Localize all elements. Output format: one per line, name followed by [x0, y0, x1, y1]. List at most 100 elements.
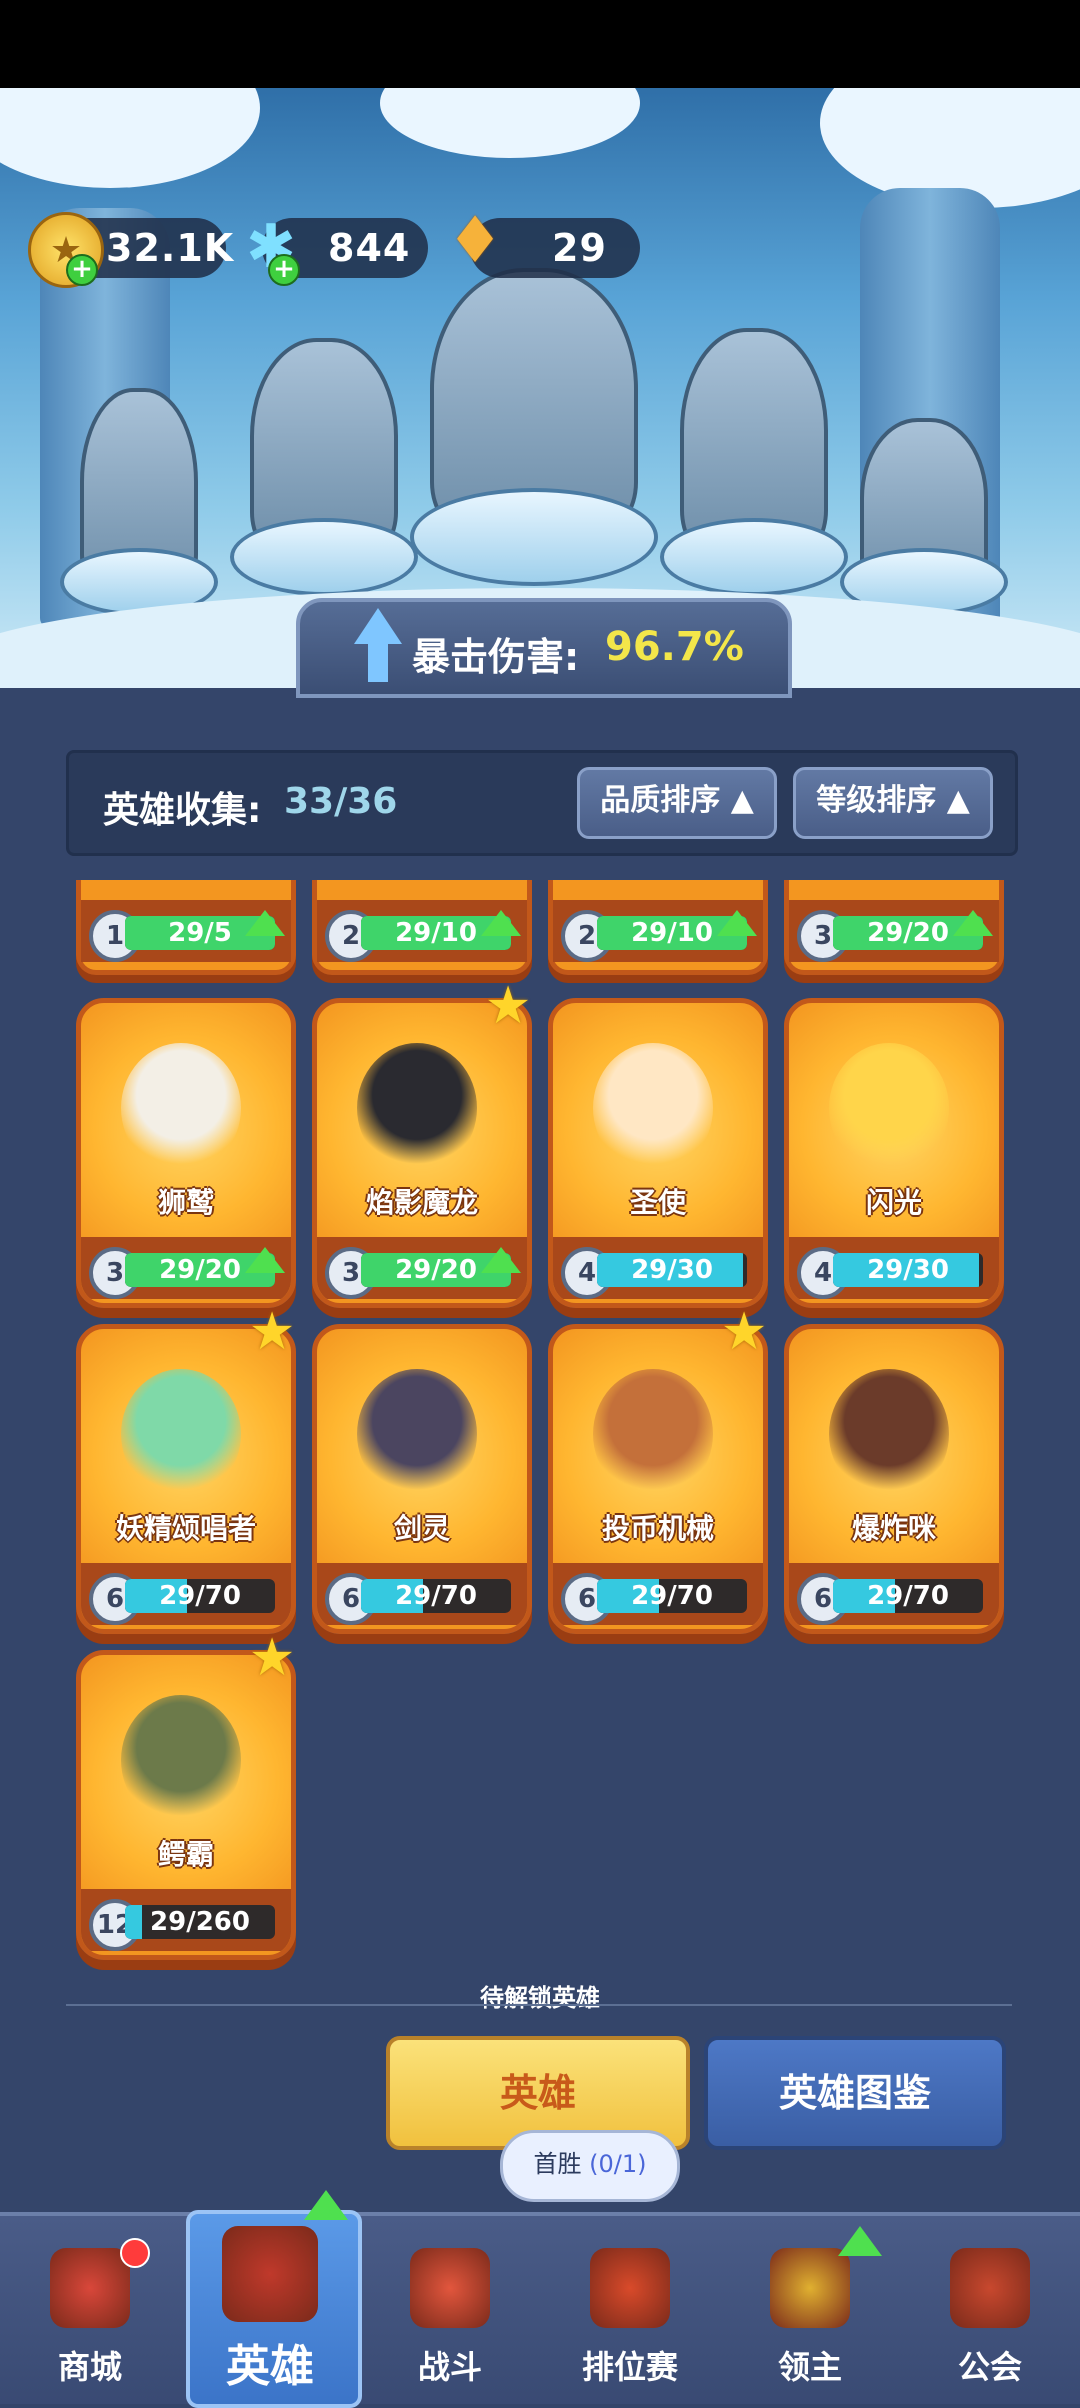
- progress-bar: 29/70: [833, 1579, 983, 1613]
- crit-value: 96.7%: [605, 624, 744, 670]
- hero-envelope-icon: [222, 2226, 318, 2322]
- sort-level-button[interactable]: 等级排序 ▲: [793, 767, 993, 839]
- card-footer: 1 29/5: [81, 900, 291, 962]
- hero-card[interactable]: 闪光 4 29/30: [784, 998, 1004, 1308]
- hero-portrait: [121, 1695, 241, 1825]
- nav-item-0[interactable]: 商城: [0, 2212, 180, 2400]
- hero-card[interactable]: 剑灵 6 29/70: [312, 1324, 532, 1634]
- card-footer: 2 29/10: [553, 900, 763, 962]
- upgrade-arrow-icon: [481, 1247, 521, 1273]
- card-footer: 12 29/260: [81, 1889, 291, 1951]
- hero-card[interactable]: 圣使 4 29/30: [548, 998, 768, 1308]
- arrow-up-icon: [354, 608, 402, 644]
- nav-label: 英雄: [226, 2341, 314, 2392]
- collection-label: 英雄收集:: [103, 790, 262, 831]
- star-icon: ★: [484, 976, 532, 1036]
- nav-item-1[interactable]: 英雄: [180, 2212, 360, 2400]
- upgrade-arrow-icon: [717, 910, 757, 936]
- nav-label: 商城: [57, 2348, 122, 2386]
- hero-card[interactable]: 鳄霸 12 29/260: [76, 1650, 296, 1960]
- nav-label: 战斗: [417, 2348, 482, 2386]
- hero-card[interactable]: 1 29/5: [76, 880, 296, 975]
- hero-name: 投币机械: [601, 1512, 714, 1545]
- hero-card[interactable]: 焰影魔龙 3 29/20: [312, 998, 532, 1308]
- card-footer: 3 29/20: [317, 1237, 527, 1299]
- amber-crystal-icon: ♦: [446, 204, 504, 278]
- hero-codex-button[interactable]: 英雄图鉴: [704, 2036, 1006, 2150]
- nav-item-2[interactable]: 战斗: [360, 2212, 540, 2400]
- hero-portrait: [593, 1043, 713, 1173]
- sort-quality-button[interactable]: 品质排序 ▲: [577, 767, 777, 839]
- first-win-tooltip[interactable]: 首胜 (0/1): [500, 2130, 680, 2202]
- upgrade-arrow-icon: [953, 910, 993, 936]
- progress-text: 29/70: [159, 1581, 241, 1611]
- shop-chest-icon: [50, 2248, 130, 2328]
- progress-bar: 29/70: [125, 1579, 275, 1613]
- progress-text: 29/70: [395, 1581, 477, 1611]
- collection-header: 英雄收集: 33/36 品质排序 ▲ 等级排序 ▲: [66, 750, 1018, 856]
- hero-card[interactable]: 妖精颂唱者 6 29/70: [76, 1324, 296, 1634]
- card-footer: 2 29/10: [317, 900, 527, 962]
- notification-dot-icon: [120, 2238, 150, 2268]
- card-footer: 3 29/20: [789, 900, 999, 962]
- progress-bar: 29/260: [125, 1905, 275, 1939]
- nav-item-3[interactable]: 排位赛: [540, 2212, 720, 2400]
- nav-label: 领主: [777, 2348, 842, 2386]
- crit-label: 暴击伤害:: [412, 635, 580, 679]
- nav-label: 公会: [957, 2348, 1022, 2386]
- upgrade-arrow-icon: [245, 1247, 285, 1273]
- hero-portrait: [357, 1369, 477, 1499]
- hero-card[interactable]: 2 29/10: [548, 880, 768, 975]
- nav-label: 排位赛: [581, 2348, 678, 2386]
- progress-bar: 29/30: [597, 1253, 747, 1287]
- hero-name: 狮鹫: [157, 1186, 214, 1219]
- hero-card[interactable]: 3 29/20: [784, 880, 1004, 975]
- progress-bar: 29/30: [833, 1253, 983, 1287]
- hero-card[interactable]: 2 29/10: [312, 880, 532, 975]
- card-footer: 6 29/70: [81, 1563, 291, 1625]
- card-footer: 6 29/70: [317, 1563, 527, 1625]
- triangle-up-icon: ▲: [946, 783, 970, 818]
- hero-portrait: [121, 1369, 241, 1499]
- progress-text: 29/30: [631, 1255, 713, 1285]
- upgrade-arrow-icon: [245, 910, 285, 936]
- crit-damage-banner: 暴击伤害: 96.7%: [296, 598, 792, 698]
- hero-name: 鳄霸: [157, 1838, 214, 1871]
- star-icon: ★: [720, 1302, 768, 1362]
- pending-heroes-label: 待解锁英雄: [480, 1984, 600, 2012]
- guild-pavilion-icon: [950, 2248, 1030, 2328]
- shard-counter[interactable]: ♦ 29: [446, 204, 640, 278]
- hero-card[interactable]: 投币机械 6 29/70: [548, 1324, 768, 1634]
- upgrade-arrow-icon: [838, 2226, 882, 2256]
- hero-card[interactable]: 狮鹫 3 29/20: [76, 998, 296, 1308]
- progress-text: 29/260: [150, 1907, 250, 1937]
- hero-portrait: [829, 1043, 949, 1173]
- upgrade-arrow-icon: [304, 2190, 348, 2220]
- progress-text: 29/70: [631, 1581, 713, 1611]
- card-footer: 6 29/70: [789, 1563, 999, 1625]
- hero-name: 焰影魔龙: [365, 1186, 478, 1219]
- collection-count: 33/36: [284, 781, 398, 822]
- star-icon: ★: [248, 1628, 296, 1688]
- hero-name: 爆炸咪: [851, 1512, 936, 1545]
- card-footer: 4 29/30: [553, 1237, 763, 1299]
- upgrade-arrow-icon: [481, 910, 521, 936]
- hero-name: 闪光: [865, 1186, 922, 1219]
- crystal-counter[interactable]: ✱ + 844: [246, 212, 428, 286]
- card-footer: 4 29/30: [789, 1237, 999, 1299]
- add-gold-icon[interactable]: +: [66, 254, 98, 286]
- divider: [66, 2004, 1012, 2006]
- add-crystal-icon[interactable]: +: [268, 254, 300, 286]
- hero-portrait: [121, 1043, 241, 1173]
- hero-portrait: [829, 1369, 949, 1499]
- hero-portrait: [593, 1369, 713, 1499]
- progress-text: 29/30: [867, 1255, 949, 1285]
- status-bar: [0, 0, 1080, 88]
- star-icon: ★: [248, 1302, 296, 1362]
- hero-name: 剑灵: [393, 1512, 450, 1545]
- hero-card[interactable]: 爆炸咪 6 29/70: [784, 1324, 1004, 1634]
- gold-counter[interactable]: ★ + 32.1K: [28, 212, 233, 288]
- nav-item-5[interactable]: 公会: [900, 2212, 1080, 2400]
- progress-text: 29/70: [867, 1581, 949, 1611]
- hero-portrait: [357, 1043, 477, 1173]
